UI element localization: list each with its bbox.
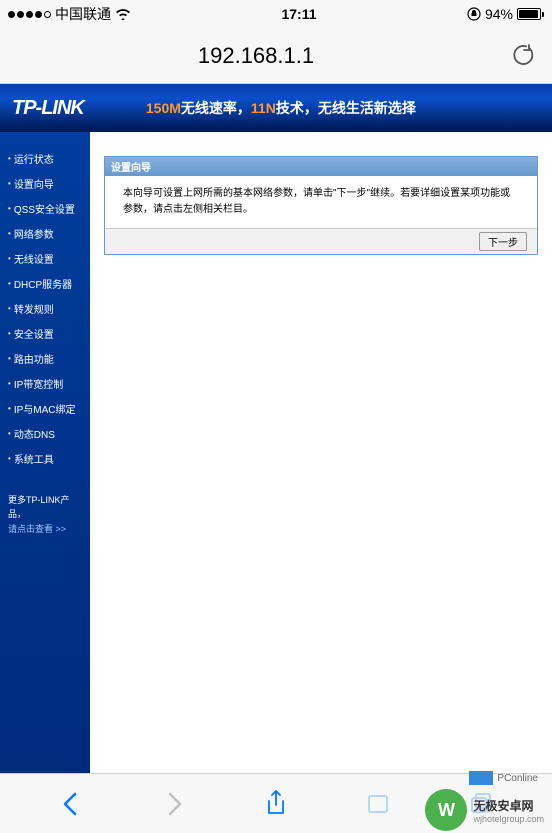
battery-icon bbox=[517, 8, 544, 20]
site-watermark: W 无极安卓网 wjhotelgroup.com bbox=[425, 789, 544, 831]
watermark-title: 无极安卓网 bbox=[473, 797, 544, 814]
clock-label: 17:11 bbox=[281, 6, 316, 22]
menu-wireless[interactable]: 无线设置 bbox=[0, 246, 90, 271]
carrier-label: 中国联通 bbox=[55, 4, 111, 24]
router-sidebar: 运行状态 设置向导 QSS安全设置 网络参数 无线设置 DHCP服务器 转发规则… bbox=[0, 132, 90, 773]
menu-network[interactable]: 网络参数 bbox=[0, 221, 90, 246]
more-products-link[interactable]: 请点击查看 >> bbox=[8, 524, 66, 534]
banner-slogan: 150M无线速率，11N技术，无线生活新选择 bbox=[146, 98, 416, 118]
forward-button[interactable] bbox=[156, 786, 192, 822]
router-admin-page: TP-LINK 150M无线速率，11N技术，无线生活新选择 运行状态 设置向导… bbox=[0, 84, 552, 773]
router-main-content: 设置向导 本向导可设置上网所需的基本网络参数，请单击"下一步"继续。若要详细设置… bbox=[90, 132, 552, 279]
browser-url-bar[interactable]: 192.168.1.1 bbox=[0, 28, 552, 84]
router-banner: TP-LINK 150M无线速率，11N技术，无线生活新选择 bbox=[0, 84, 552, 132]
menu-status[interactable]: 运行状态 bbox=[0, 146, 90, 171]
wizard-footer: 下一步 bbox=[105, 228, 537, 254]
menu-qss[interactable]: QSS安全设置 bbox=[0, 196, 90, 221]
battery-percent-label: 94% bbox=[485, 6, 513, 22]
menu-system[interactable]: 系统工具 bbox=[0, 446, 90, 471]
menu-footer: 更多TP-LINK产品， 请点击查看 >> bbox=[0, 485, 90, 544]
signal-strength-icon bbox=[8, 11, 51, 18]
share-button[interactable] bbox=[258, 786, 294, 822]
wizard-title: 设置向导 bbox=[105, 157, 537, 176]
status-right: 94% bbox=[467, 6, 544, 22]
menu-bandwidth[interactable]: IP带宽控制 bbox=[0, 371, 90, 396]
watermark-url: wjhotelgroup.com bbox=[473, 814, 544, 824]
ios-status-bar: 中国联通 17:11 94% bbox=[0, 0, 552, 28]
next-button[interactable]: 下一步 bbox=[479, 232, 527, 251]
status-left: 中国联通 bbox=[8, 4, 131, 24]
menu-wizard[interactable]: 设置向导 bbox=[0, 171, 90, 196]
wifi-icon bbox=[115, 8, 131, 20]
pconline-tag: PConline bbox=[469, 771, 538, 785]
menu-ipmac[interactable]: IP与MAC绑定 bbox=[0, 396, 90, 421]
wizard-panel: 设置向导 本向导可设置上网所需的基本网络参数，请单击"下一步"继续。若要详细设置… bbox=[104, 156, 538, 255]
refresh-icon[interactable] bbox=[512, 44, 536, 68]
watermark-logo-icon: W bbox=[425, 789, 467, 831]
tplink-logo: TP-LINK bbox=[0, 97, 96, 120]
orientation-lock-icon bbox=[467, 7, 481, 21]
menu-ddns[interactable]: 动态DNS bbox=[0, 421, 90, 446]
menu-forwarding[interactable]: 转发规则 bbox=[0, 296, 90, 321]
menu-security[interactable]: 安全设置 bbox=[0, 321, 90, 346]
wizard-description: 本向导可设置上网所需的基本网络参数，请单击"下一步"继续。若要详细设置某项功能或… bbox=[105, 176, 537, 228]
url-text[interactable]: 192.168.1.1 bbox=[16, 43, 496, 69]
menu-dhcp[interactable]: DHCP服务器 bbox=[0, 271, 90, 296]
menu-routing[interactable]: 路由功能 bbox=[0, 346, 90, 371]
back-button[interactable] bbox=[53, 786, 89, 822]
bookmarks-button[interactable] bbox=[360, 786, 396, 822]
